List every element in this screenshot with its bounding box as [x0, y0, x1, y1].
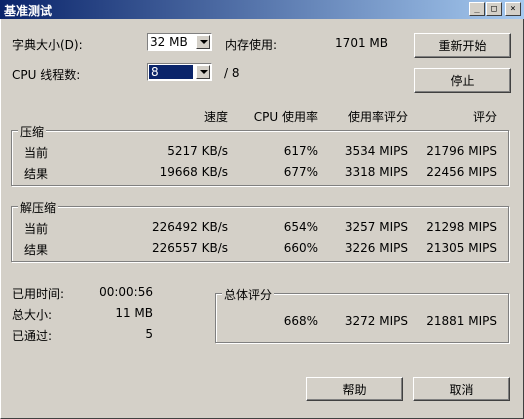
- decompression-current-speed: 226492 KB/s: [151, 220, 228, 234]
- title-bar[interactable]: [0, 0, 524, 19]
- dict-size-value: 32 MB: [150, 35, 188, 49]
- help-button[interactable]: 帮助: [306, 377, 403, 401]
- maximize-button[interactable]: □: [486, 2, 502, 16]
- window-title: 基准测试: [4, 4, 53, 18]
- chevron-down-icon[interactable]: [196, 35, 210, 49]
- total-cpu: 668%: [283, 314, 318, 328]
- total-usage-rating: 3272 MIPS: [344, 314, 408, 328]
- decompression-current-label: 当前: [24, 222, 49, 236]
- col-cpu-usage: CPU 使用率: [253, 110, 318, 124]
- total-size-value: 11 MB: [115, 306, 153, 320]
- compression-current-rating: 21796 MIPS: [426, 144, 497, 158]
- col-rating: 评分: [472, 110, 497, 124]
- col-usage-rating: 使用率评分: [347, 110, 408, 124]
- compression-result-cpu: 677%: [283, 165, 318, 179]
- memory-value: 1701 MB: [335, 36, 388, 50]
- decompression-result-rating: 21305 MIPS: [426, 241, 497, 255]
- threads-label: CPU 线程数:: [12, 68, 81, 82]
- compression-current-usage-rating: 3534 MIPS: [344, 144, 408, 158]
- compression-current-speed: 5217 KB/s: [167, 144, 228, 158]
- memory-label: 内存使用:: [225, 38, 278, 52]
- threads-select[interactable]: 8: [147, 63, 212, 81]
- compression-title: 压缩: [18, 123, 47, 140]
- cancel-button[interactable]: 取消: [413, 377, 510, 401]
- close-button[interactable]: ×: [505, 2, 521, 16]
- total-rating-title: 总体评分: [222, 286, 275, 303]
- stop-button[interactable]: 停止: [414, 68, 511, 93]
- decompression-result-label: 结果: [24, 243, 49, 257]
- total-rating: 21881 MIPS: [426, 314, 497, 328]
- minimize-button[interactable]: _: [469, 2, 485, 16]
- compression-result-usage-rating: 3318 MIPS: [344, 165, 408, 179]
- col-speed: 速度: [203, 110, 228, 124]
- compression-result-rating: 22456 MIPS: [426, 165, 497, 179]
- decompression-result-speed: 226557 KB/s: [151, 241, 228, 255]
- decompression-title: 解压缩: [18, 199, 59, 216]
- dict-size-select[interactable]: 32 MB: [147, 33, 212, 51]
- passes-value: 5: [145, 327, 153, 341]
- decompression-current-usage-rating: 3257 MIPS: [344, 220, 408, 234]
- decompression-current-rating: 21298 MIPS: [426, 220, 497, 234]
- elapsed-time-label: 已用时间:: [12, 287, 65, 301]
- restart-button[interactable]: 重新开始: [414, 33, 511, 58]
- decompression-result-usage-rating: 3226 MIPS: [344, 241, 408, 255]
- threads-value: 8: [149, 65, 193, 79]
- compression-result-speed: 19668 KB/s: [159, 165, 228, 179]
- passes-label: 已通过:: [12, 329, 53, 343]
- dict-size-label: 字典大小(D):: [12, 38, 83, 52]
- decompression-current-cpu: 654%: [283, 220, 318, 234]
- compression-result-label: 结果: [24, 167, 49, 181]
- threads-max: / 8: [224, 66, 240, 80]
- decompression-result-cpu: 660%: [283, 241, 318, 255]
- total-size-label: 总大小:: [12, 308, 53, 322]
- compression-current-label: 当前: [24, 146, 49, 160]
- compression-current-cpu: 617%: [283, 144, 318, 158]
- elapsed-time-value: 00:00:56: [99, 285, 153, 299]
- chevron-down-icon[interactable]: [196, 65, 210, 79]
